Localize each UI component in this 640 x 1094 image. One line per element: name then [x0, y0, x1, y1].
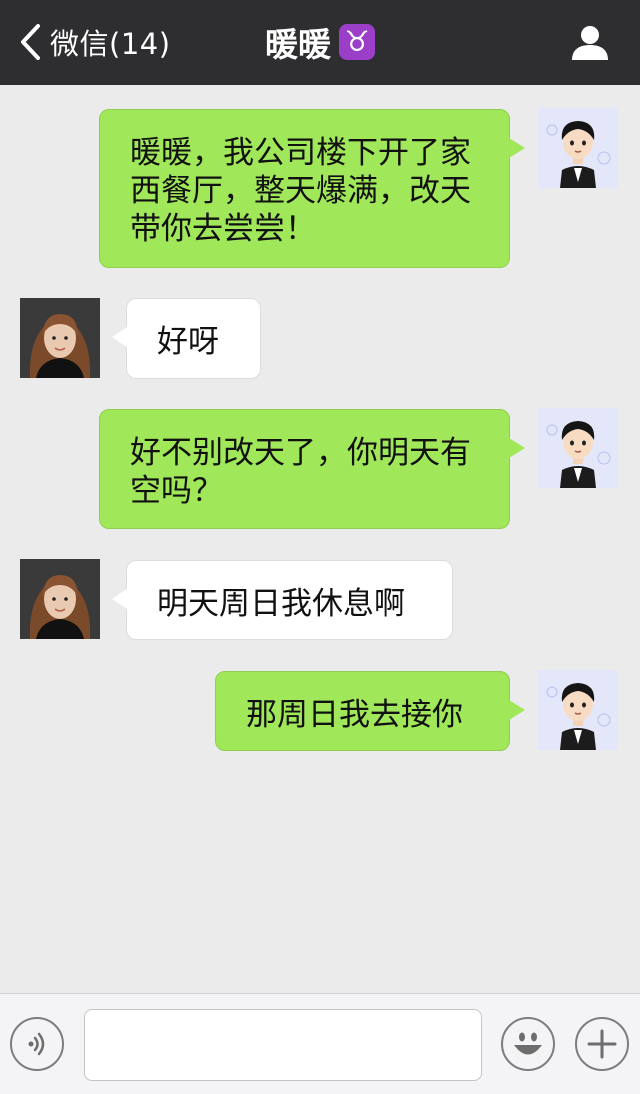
chat-title: 暖暖 ♉	[0, 18, 640, 66]
plus-icon	[587, 1029, 617, 1059]
smiley-icon	[514, 1032, 542, 1055]
contact-avatar[interactable]	[20, 298, 100, 378]
contact-avatar[interactable]	[20, 559, 100, 639]
my-avatar[interactable]	[538, 670, 618, 750]
my-avatar[interactable]	[538, 108, 618, 188]
message-text: 好不别改天了，你明天有空吗？	[130, 435, 471, 509]
message-text: 那周日我去接你	[246, 697, 463, 733]
person-icon	[572, 26, 608, 60]
add-more-button[interactable]	[575, 1017, 629, 1071]
voice-input-button[interactable]	[10, 1017, 64, 1071]
contact-profile-button[interactable]	[570, 22, 610, 62]
received-message-bubble[interactable]: 好呀	[112, 298, 261, 379]
voice-icon	[28, 1032, 45, 1056]
cartoon-man-avatar-icon	[538, 408, 618, 488]
message-text-input[interactable]	[84, 1009, 482, 1081]
my-avatar[interactable]	[538, 408, 618, 488]
chat-messages[interactable]: 暖暖，我公司楼下开了家西餐厅，整天爆满，改天带你去尝尝！ 好呀 好不别改天了，你…	[0, 85, 640, 992]
cartoon-man-avatar-icon	[538, 670, 618, 750]
message-text: 暖暖，我公司楼下开了家西餐厅，整天爆满，改天带你去尝尝！	[130, 135, 471, 247]
contact-photo-icon	[20, 298, 100, 378]
message-text: 好呀	[157, 324, 219, 360]
navigation-bar: 微信(14) 暖暖 ♉	[0, 0, 640, 85]
message-input-bar	[0, 993, 640, 1094]
contact-name: 暖暖	[265, 25, 331, 64]
sent-message-bubble[interactable]: 好不别改天了，你明天有空吗？	[99, 409, 525, 529]
contact-photo-icon	[20, 559, 100, 639]
message-text: 明天周日我休息啊	[157, 586, 405, 622]
cartoon-man-avatar-icon	[538, 108, 618, 188]
taurus-icon: ♉	[339, 24, 375, 60]
received-message-bubble[interactable]: 明天周日我休息啊	[112, 560, 453, 640]
sent-message-bubble[interactable]: 暖暖，我公司楼下开了家西餐厅，整天爆满，改天带你去尝尝！	[99, 109, 525, 268]
emoji-button[interactable]	[501, 1017, 555, 1071]
sent-message-bubble[interactable]: 那周日我去接你	[215, 671, 525, 751]
